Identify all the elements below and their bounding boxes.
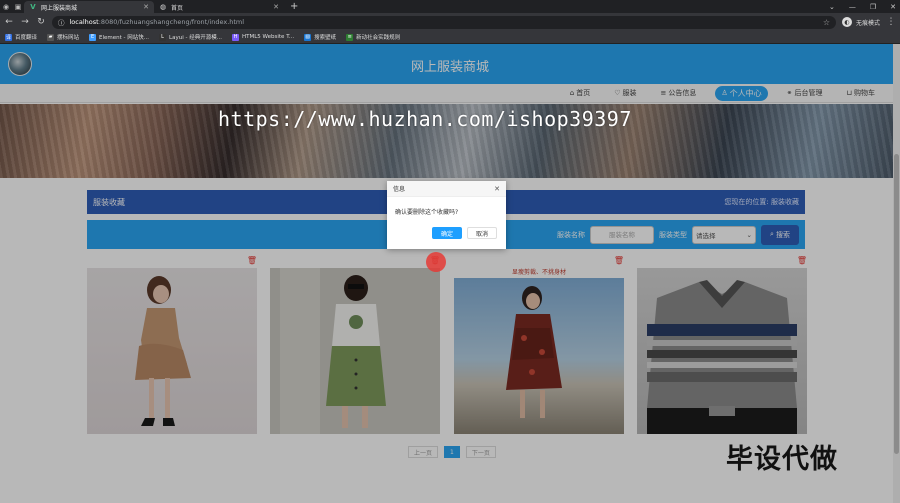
browser-toolbar: ← → ↻ ⓘ localhost:8080/fuzhuangshangchen… xyxy=(0,13,900,31)
window-controls: ⌄ — ❐ ✕ xyxy=(829,0,896,13)
promo-overlay-text: 毕设代做 xyxy=(726,444,838,475)
cursor-highlight xyxy=(426,252,446,272)
cancel-button[interactable]: 取消 xyxy=(467,227,497,239)
bookmark-item[interactable]: E Element - 网站快... xyxy=(89,33,149,41)
watermark-url: https://www.huzhan.com/ishop39397 xyxy=(218,107,632,131)
back-icon[interactable]: ← xyxy=(4,17,14,27)
bookmark-item[interactable]: 译百度翻译 xyxy=(5,33,37,41)
forward-icon[interactable]: → xyxy=(20,17,30,27)
minimize-icon[interactable]: — xyxy=(849,3,856,11)
tab-close-icon[interactable]: ✕ xyxy=(143,3,149,11)
browser-menu-icon[interactable]: ◉ xyxy=(0,1,12,13)
confirm-button[interactable]: 确定 xyxy=(432,227,462,239)
html5-icon: H xyxy=(231,33,239,41)
new-tab-button[interactable]: + xyxy=(284,1,304,13)
bookmark-item[interactable]: ≡ 新动社会实践规则 xyxy=(346,33,400,41)
tab-search-icon[interactable]: ▣ xyxy=(12,1,24,13)
element-icon: E xyxy=(89,33,97,41)
restore-icon[interactable]: ❐ xyxy=(870,3,876,11)
dialog-title: 信息 xyxy=(393,186,406,193)
dialog-header: 信息 ✕ xyxy=(387,181,506,197)
image-icon: ▧ xyxy=(304,33,312,41)
bookmarks-bar: 译百度翻译 ▰ 摆标网站 E Element - 网站快... L Layui - 经… xyxy=(0,31,900,44)
bookmark-star-icon[interactable]: ☆ xyxy=(823,18,830,27)
info-icon[interactable]: ⓘ xyxy=(58,17,65,27)
globe-favicon-icon: ◍ xyxy=(159,3,167,11)
profile-label: 无痕模式 xyxy=(855,19,880,27)
close-window-icon[interactable]: ✕ xyxy=(890,3,896,11)
layui-icon: L xyxy=(159,33,167,41)
bookmark-item[interactable]: H HTML5 Website T... xyxy=(231,33,294,41)
bookmark-item[interactable]: ▧ 搜索壁纸 xyxy=(304,33,336,41)
more-menu-icon[interactable]: ⋮ xyxy=(886,17,896,27)
incognito-icon: ◐ xyxy=(841,17,852,27)
bookmark-item[interactable]: ▰ 摆标网站 xyxy=(47,33,79,41)
tab-title: 网上服装商城 xyxy=(41,4,78,12)
browser-tab[interactable]: ◍ 首页 ✕ xyxy=(154,1,284,13)
reload-icon[interactable]: ↻ xyxy=(36,17,46,27)
doc-icon: ≡ xyxy=(346,33,354,41)
incognito-profile[interactable]: ◐ 无痕模式 xyxy=(841,17,880,27)
bookmark-item[interactable]: L Layui - 经典开源模... xyxy=(159,33,222,41)
dialog-footer: 确定 取消 xyxy=(387,227,506,239)
browser-tab-active[interactable]: V 网上服装商城 ✕ xyxy=(24,1,154,13)
tab-title: 首页 xyxy=(171,4,184,12)
confirm-dialog: 信息 ✕ 确认要删除这个收藏吗? 确定 取消 xyxy=(387,181,506,249)
address-bar[interactable]: ⓘ localhost:8080/fuzhuangshangcheng/fron… xyxy=(52,15,836,29)
close-icon[interactable]: ✕ xyxy=(494,185,500,193)
tab-close-icon[interactable]: ✕ xyxy=(273,3,279,11)
translate-icon: 译 xyxy=(5,33,12,41)
url-path: :8080/fuzhuangshangcheng/front/index.htm… xyxy=(98,18,245,26)
dialog-message: 确认要删除这个收藏吗? xyxy=(395,209,459,216)
browser-tab-strip: ◉ ▣ V 网上服装商城 ✕ ◍ 首页 ✕ + ⌄ — ❐ ✕ xyxy=(0,0,900,13)
chevron-down-icon[interactable]: ⌄ xyxy=(829,3,835,11)
folder-icon: ▰ xyxy=(47,33,55,41)
vue-favicon-icon: V xyxy=(30,3,36,11)
url-host: localhost xyxy=(69,18,99,26)
